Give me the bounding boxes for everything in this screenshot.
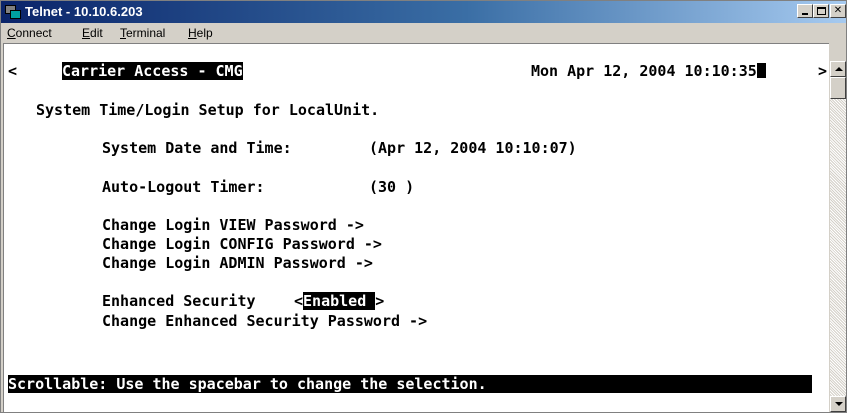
telnet-window: Telnet - 10.10.6.203 ✕ Connect Edit Term… <box>0 0 847 413</box>
menu-help[interactable]: Help <box>188 26 213 40</box>
terminal-screen[interactable]: < Carrier Access - CMG Mon Apr 12, 2004 … <box>3 43 829 412</box>
maximize-button[interactable] <box>813 4 829 18</box>
maximize-icon <box>817 7 826 15</box>
change-view-password-link[interactable]: Change Login VIEW Password -> <box>102 216 364 234</box>
scroll-up-button[interactable] <box>830 61 846 77</box>
menu-help-label: elp <box>196 26 213 40</box>
date-time-value[interactable]: (Apr 12, 2004 10:10:07) <box>369 139 577 157</box>
menu-bar: Connect Edit Terminal Help <box>1 23 846 43</box>
auto-logout-label: Auto-Logout Timer: <box>102 178 265 196</box>
selector-open-bracket: < <box>294 292 304 310</box>
minimize-button[interactable] <box>797 4 813 18</box>
close-button[interactable]: ✕ <box>830 4 846 18</box>
scroll-up-arrow-icon <box>835 67 843 71</box>
telnet-computers-icon[interactable] <box>5 4 21 20</box>
close-icon: ✕ <box>833 5 843 16</box>
window-title: Telnet - 10.10.6.203 <box>25 4 143 19</box>
enhanced-security-value[interactable]: Enabled <box>303 292 376 310</box>
menu-edit-hotkey: E <box>82 26 91 40</box>
change-enhanced-security-password-link[interactable]: Change Enhanced Security Password -> <box>102 312 427 330</box>
menu-terminal-label: erminal <box>126 26 166 40</box>
change-admin-password-link[interactable]: Change Login ADMIN Password -> <box>102 254 373 272</box>
enhanced-security-label: Enhanced Security <box>102 292 256 310</box>
title-bar[interactable]: Telnet - 10.10.6.203 ✕ <box>1 1 846 23</box>
menu-connect-label: onnect <box>15 26 52 40</box>
status-line-text: Scrollable: Use the spacebar to change t… <box>8 375 487 393</box>
enhanced-security-selector[interactable]: <Enabled > <box>294 292 384 310</box>
header-datetime: Mon Apr 12, 2004 10:10:35 <box>531 62 766 80</box>
menu-connect[interactable]: Connect <box>7 26 52 40</box>
scroll-down-button[interactable] <box>830 396 846 412</box>
text-cursor <box>756 63 766 78</box>
status-line: Scrollable: Use the spacebar to change t… <box>8 375 812 393</box>
date-time-label: System Date and Time: <box>102 139 292 157</box>
minimize-icon <box>802 13 808 15</box>
screen-title: System Time/Login Setup for LocalUnit. <box>36 101 380 119</box>
scroll-left-indicator: < <box>8 62 18 80</box>
menu-edit-label: dit <box>90 26 103 40</box>
menu-help-hotkey: H <box>188 26 197 40</box>
change-config-password-link[interactable]: Change Login CONFIG Password -> <box>102 235 382 253</box>
scroll-right-indicator: > <box>818 62 828 80</box>
scrollbar-thumb[interactable] <box>830 77 846 99</box>
selector-close-bracket: > <box>375 292 385 310</box>
menu-terminal[interactable]: Terminal <box>120 26 165 40</box>
menu-edit[interactable]: Edit <box>82 26 103 40</box>
vertical-scrollbar[interactable] <box>830 61 846 412</box>
auto-logout-value[interactable]: (30 ) <box>369 178 414 196</box>
header-title: Carrier Access - CMG <box>62 62 243 80</box>
scroll-down-arrow-icon <box>835 402 843 406</box>
menu-connect-hotkey: C <box>7 26 16 40</box>
header-datetime-text: Mon Apr 12, 2004 10:10:35 <box>531 62 757 80</box>
